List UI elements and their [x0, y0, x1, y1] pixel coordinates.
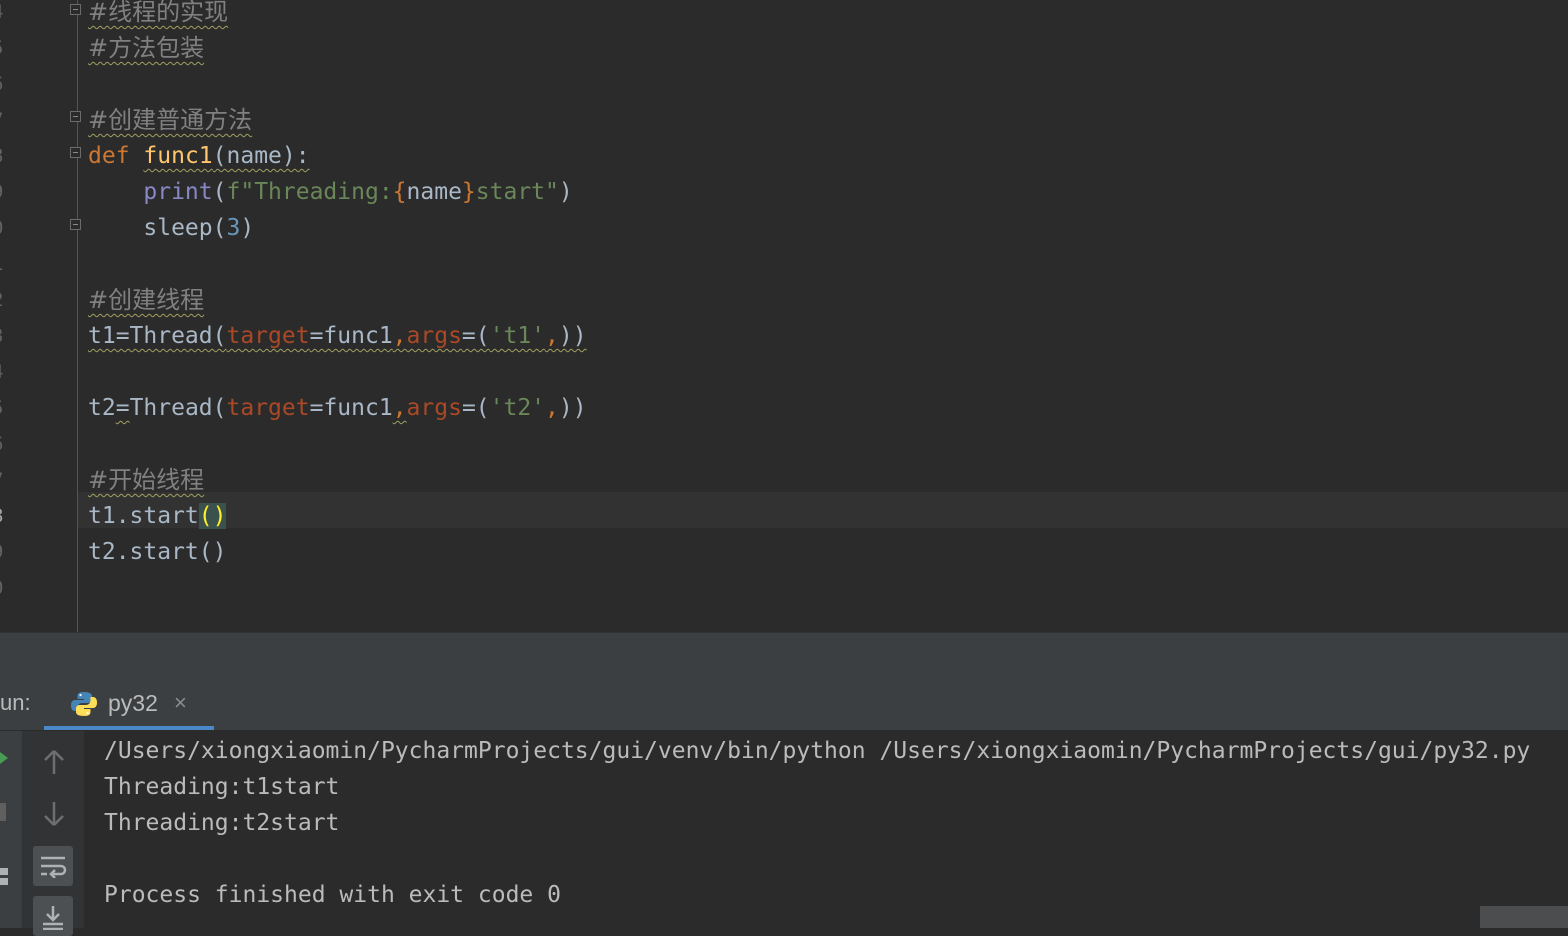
close-tab-icon[interactable]: ×	[174, 690, 187, 716]
code-token: #创建线程	[88, 286, 205, 314]
code-token: =(	[461, 323, 490, 349]
code-token: (name):	[212, 143, 310, 169]
code-token: func1	[143, 143, 213, 169]
code-token: start"	[475, 179, 559, 205]
rerun-icon[interactable]	[0, 752, 8, 764]
code-token: {	[392, 179, 407, 205]
line-number: 7	[0, 462, 12, 498]
code-line[interactable]: print(f"Threading:{name}start")	[88, 174, 573, 210]
code-token: #开始线程	[88, 466, 205, 494]
code-token: t2	[88, 395, 116, 421]
line-number: 5	[0, 390, 12, 426]
code-token: args	[406, 395, 462, 421]
code-token: #方法包装	[88, 34, 205, 62]
stop-icon[interactable]	[0, 803, 6, 821]
code-line[interactable]: t2.start()	[88, 534, 226, 570]
line-number: 8	[0, 138, 12, 174]
run-tool-header	[0, 678, 1568, 731]
code-token: args	[406, 323, 462, 349]
panel-splitter[interactable]	[0, 632, 1568, 679]
code-line[interactable]: #创建线程	[88, 282, 204, 318]
code-token: t1.start	[88, 503, 199, 529]
code-token: (	[212, 179, 227, 205]
code-token: )	[240, 215, 255, 241]
tab-label[interactable]: py32	[108, 690, 158, 717]
code-token: ,	[545, 395, 559, 421]
code-token: ,	[545, 323, 559, 349]
code-token: }	[461, 179, 476, 205]
line-number: 6	[0, 426, 12, 462]
code-line[interactable]: #创建普通方法	[88, 102, 252, 138]
code-token: t1=Thread(	[88, 323, 227, 349]
code-token: ))	[558, 395, 587, 421]
code-token: ))	[558, 323, 587, 349]
down-arrow-icon[interactable]	[34, 794, 74, 834]
scrollbar-corner[interactable]	[1480, 906, 1568, 928]
current-line-highlight	[78, 492, 1568, 528]
code-line[interactable]: #方法包装	[88, 30, 204, 66]
code-token: sleep(	[88, 215, 227, 241]
fold-marker-icon[interactable]	[70, 219, 81, 230]
soft-wrap-icon[interactable]	[33, 846, 73, 886]
line-number: 5	[0, 30, 12, 66]
code-token: #创建普通方法	[88, 106, 253, 134]
code-token: def	[88, 143, 130, 169]
fold-marker-icon[interactable]	[70, 111, 81, 122]
line-number: 4	[0, 0, 12, 30]
code-line[interactable]: t2=Thread(target=func1,args=('t2',))	[88, 390, 587, 426]
console-line: Threading:t1start	[104, 774, 340, 800]
code-token: f"Threading:	[226, 179, 393, 205]
fold-marker-icon[interactable]	[70, 4, 81, 15]
console-line: Process finished with exit code 0	[104, 882, 561, 908]
code-token: 't2'	[489, 395, 546, 421]
gutter-divider	[77, 0, 78, 632]
layout-icon[interactable]	[0, 868, 8, 886]
code-token: ,	[392, 323, 407, 349]
code-token: )	[558, 179, 573, 205]
scroll-to-end-icon[interactable]	[33, 896, 73, 936]
code-line[interactable]: def func1(name):	[88, 138, 310, 174]
code-token: =(	[461, 395, 490, 421]
code-token: name	[406, 179, 462, 205]
code-token: Thread(	[129, 395, 227, 421]
code-line[interactable]: sleep(3)	[88, 210, 254, 246]
code-token: 3	[226, 215, 241, 241]
python-icon	[71, 692, 97, 716]
code-line[interactable]: t1.start()	[88, 498, 227, 534]
line-number: 0	[0, 210, 12, 246]
code-token: t2.start()	[88, 539, 227, 565]
code-line[interactable]: t1=Thread(target=func1,args=('t1',))	[88, 318, 587, 354]
code-line[interactable]: #线程的实现	[88, 0, 228, 30]
code-editor[interactable]: 45678901234567890 #线程的实现#方法包装#创建普通方法def …	[0, 0, 1568, 632]
line-number: 7	[0, 102, 12, 138]
line-number: 6	[0, 66, 12, 102]
code-line[interactable]: #开始线程	[88, 462, 204, 498]
code-token: ,	[392, 395, 407, 421]
line-number: 8	[0, 498, 12, 534]
line-number: 2	[0, 282, 12, 318]
fold-marker-icon[interactable]	[70, 147, 81, 158]
code-token: ()	[198, 503, 227, 529]
console-line: /Users/xiongxiaomin/PycharmProjects/gui/…	[104, 738, 1531, 764]
line-number: 9	[0, 174, 12, 210]
line-number: 0	[0, 570, 12, 606]
code-token: =func1	[309, 395, 393, 421]
code-token: =	[115, 395, 130, 421]
code-token: target	[226, 395, 310, 421]
line-number: 3	[0, 318, 12, 354]
line-number: 4	[0, 354, 12, 390]
active-tab-indicator	[44, 726, 214, 730]
code-token: =func1	[309, 323, 393, 349]
code-token: 't1'	[489, 323, 546, 349]
code-token: #线程的实现	[88, 0, 229, 26]
code-token: target	[226, 323, 310, 349]
run-label: un:	[0, 690, 31, 715]
code-token: print	[143, 179, 213, 205]
line-number: 9	[0, 534, 12, 570]
up-arrow-icon[interactable]	[34, 742, 74, 782]
console-line: Threading:t2start	[104, 810, 340, 836]
line-number: 1	[0, 246, 12, 282]
